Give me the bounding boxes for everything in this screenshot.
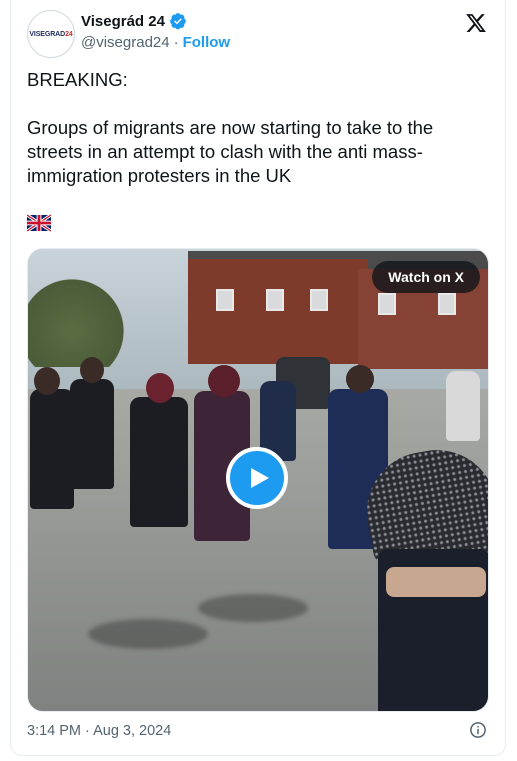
tweet-card[interactable]: VISEGRAD24 Visegrád 24 @visegrad24 · Fol… [10, 0, 506, 756]
handle-row: @visegrad24 · Follow [81, 34, 230, 51]
video-thumbnail-head [34, 367, 60, 395]
play-icon [251, 468, 269, 488]
video-thumbnail-shadow [88, 619, 208, 649]
x-logo-icon[interactable] [465, 12, 487, 34]
follow-button[interactable]: Follow [183, 34, 231, 51]
video-thumbnail-trees [28, 277, 138, 367]
video-thumbnail-window [266, 289, 284, 311]
video-thumbnail-head [146, 373, 174, 403]
handle[interactable]: @visegrad24 [81, 34, 170, 51]
avatar-logo-text: VISEGRAD24 [29, 30, 73, 38]
video-thumbnail-head [208, 365, 240, 397]
video-thumbnail-eyes [386, 567, 486, 597]
video-thumbnail-shadow [198, 594, 308, 622]
video-thumbnail-window [378, 293, 396, 315]
play-button[interactable] [226, 447, 288, 509]
separator-dot: · [173, 34, 179, 51]
info-icon[interactable] [469, 721, 487, 739]
tweet-footer: 3:14 PM · Aug 3, 2024 [27, 721, 489, 743]
video-thumbnail-window [438, 293, 456, 315]
verified-badge-icon [170, 13, 186, 30]
video-thumbnail-head [80, 357, 104, 383]
video-thumbnail-person [130, 397, 188, 527]
display-name[interactable]: Visegrád 24 [81, 13, 165, 30]
tweet-header: VISEGRAD24 Visegrád 24 @visegrad24 · Fol… [27, 10, 489, 58]
video-thumbnail-head [346, 365, 374, 393]
video-thumbnail-window [216, 289, 234, 311]
uk-flag-icon [27, 214, 51, 232]
video-thumbnail-window [310, 289, 328, 311]
video-thumbnail-person [446, 371, 480, 441]
avatar[interactable]: VISEGRAD24 [27, 10, 75, 58]
tweet-text: BREAKING: Groups of migrants are now sta… [27, 69, 434, 186]
video-thumbnail-person [30, 389, 74, 509]
video-thumbnail-building [188, 259, 368, 364]
timestamp[interactable]: 3:14 PM · Aug 3, 2024 [27, 723, 171, 739]
video-thumbnail-person [70, 379, 114, 489]
video-player[interactable]: Watch on X [27, 248, 489, 712]
watch-on-x-button[interactable]: Watch on X [372, 261, 480, 293]
name-row: Visegrád 24 [81, 12, 187, 30]
